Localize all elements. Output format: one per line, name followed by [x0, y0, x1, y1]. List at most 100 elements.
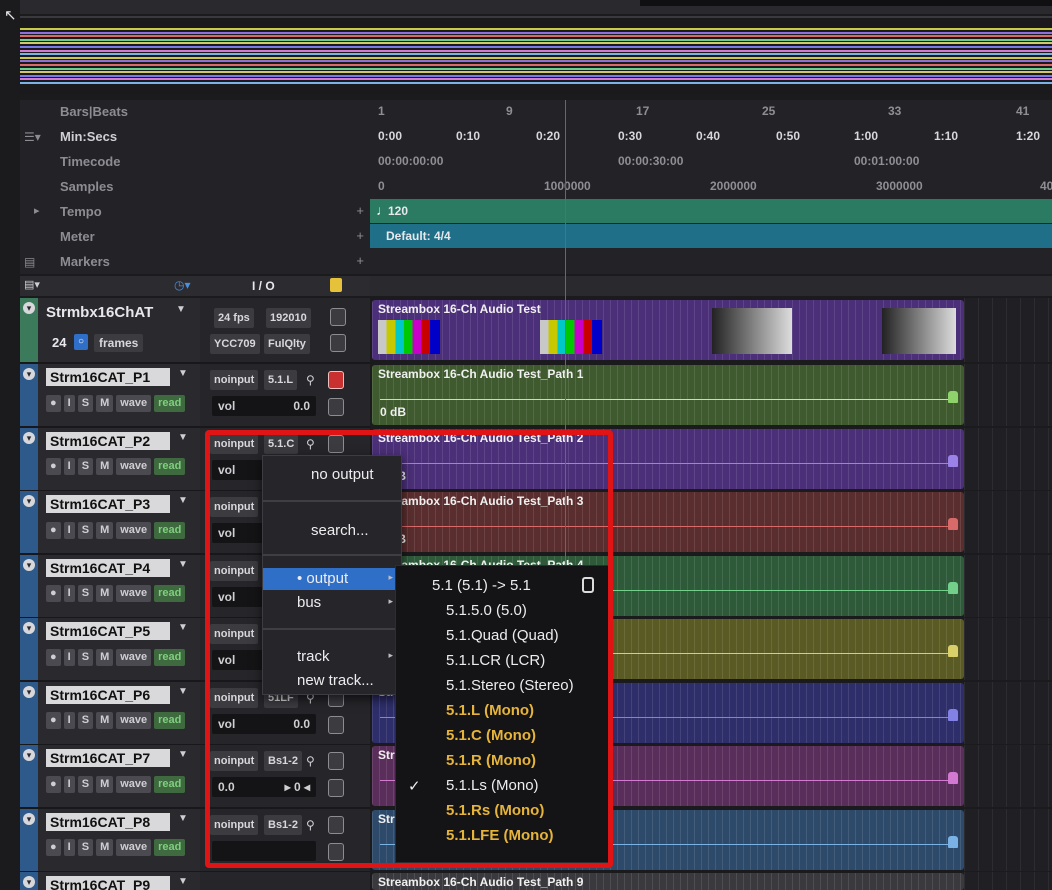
solo-button[interactable]: S	[77, 521, 94, 539]
input-monitor-button[interactable]: I	[63, 394, 75, 412]
input-monitor-button[interactable]: I	[63, 839, 75, 856]
output-selector[interactable]: 5.1.L	[264, 370, 298, 390]
solo-button[interactable]: S	[77, 458, 94, 475]
clip-end-marker[interactable]	[948, 772, 958, 784]
track-header[interactable]: ▾ Strm16CAT_P5 ▼ ● I S Mwave read	[20, 618, 200, 682]
empty-lane[interactable]	[964, 872, 1052, 890]
track-header[interactable]: ▾ Strm16CAT_P9 ▼	[20, 872, 200, 890]
track-name[interactable]: Strm16CAT_P8	[46, 812, 170, 831]
input-monitor-button[interactable]: I	[63, 775, 75, 793]
track-view-selector[interactable]: wave	[116, 521, 152, 539]
quality-selector[interactable]: FulQlty	[264, 334, 310, 354]
track-caret-icon[interactable]: ▾	[23, 812, 35, 825]
frames-toggle[interactable]: ○	[74, 334, 88, 350]
input-monitor-button[interactable]: I	[63, 521, 75, 539]
frames-selector[interactable]: frames	[94, 334, 144, 352]
track-header[interactable]: ▾ Strm16CAT_P1 ▼ ● I S Mwave read	[20, 364, 200, 428]
clip-end-marker[interactable]	[948, 454, 958, 467]
track-caret-icon[interactable]: ▾	[23, 368, 35, 380]
automation-mode-selector[interactable]: read	[154, 394, 186, 412]
colorspace-selector[interactable]: YCC709	[210, 334, 260, 354]
track-name[interactable]: Strm16CAT_P5	[46, 622, 170, 640]
track-name[interactable]: Strm16CAT_P4	[46, 558, 170, 577]
automation-mode-selector[interactable]: read	[154, 585, 186, 602]
input-monitor-button[interactable]: I	[63, 458, 75, 475]
input-monitor-button[interactable]: I	[63, 648, 75, 666]
track-caret-icon[interactable]: ▾	[23, 685, 35, 698]
track-caret-icon[interactable]: ▾	[23, 495, 35, 507]
clip-end-marker[interactable]	[948, 518, 958, 530]
track-view-selector[interactable]: wave	[116, 775, 152, 793]
clip-end-marker[interactable]	[948, 581, 958, 594]
track-caret-icon[interactable]: ▾	[23, 302, 35, 314]
automation-mode-selector[interactable]: read	[154, 521, 186, 539]
solo-button[interactable]: S	[77, 648, 94, 666]
record-button[interactable]: ●	[46, 648, 61, 666]
empty-lane[interactable]	[964, 491, 1052, 553]
ruler-row[interactable]: Bars|Beats	[20, 100, 370, 125]
record-button[interactable]: ●	[46, 458, 61, 475]
solo-button[interactable]: S	[77, 394, 94, 412]
video-online-icon[interactable]	[330, 308, 346, 326]
tempo-ruler[interactable]: ♩ 120	[370, 199, 1052, 223]
mute-button[interactable]: M	[96, 839, 114, 856]
ruler-row[interactable]: Meter +	[20, 225, 370, 250]
marker-ruler[interactable]	[370, 249, 1052, 273]
chevron-down-icon[interactable]: ▼	[178, 622, 188, 633]
chevron-down-icon[interactable]: ▼	[178, 559, 188, 570]
mute-button[interactable]: M	[96, 648, 114, 666]
mute-button[interactable]: M	[96, 394, 114, 412]
add-icon[interactable]: +	[356, 253, 364, 268]
audio-clip[interactable]: Streambox 16-Ch Audio Test_Path 1 0 dB	[372, 365, 964, 425]
fps-selector[interactable]: 24 fps	[214, 308, 254, 328]
clip-gain[interactable]: 0 dB	[380, 405, 406, 419]
add-icon[interactable]: +	[356, 203, 364, 218]
add-icon[interactable]: +	[356, 228, 364, 243]
empty-lane[interactable]	[964, 681, 1052, 744]
clip-end-marker[interactable]	[948, 835, 958, 848]
chevron-down-icon[interactable]: ▼	[178, 432, 188, 443]
track-name[interactable]: Strm16CAT_P9	[46, 876, 170, 890]
empty-lane[interactable]	[964, 298, 1052, 362]
input-monitor-button[interactable]: I	[63, 585, 75, 602]
chevron-down-icon[interactable]: ▼	[178, 368, 188, 379]
mute-button[interactable]: M	[96, 775, 114, 793]
record-button[interactable]: ●	[46, 394, 61, 412]
automation-mode-selector[interactable]: read	[154, 839, 186, 856]
ruler-menu-icon[interactable]: ☰▾	[24, 130, 41, 144]
track-header[interactable]: ▾ Strm16CAT_P2 ▼ ● I S Mwave read	[20, 427, 200, 492]
record-button[interactable]: ●	[46, 775, 61, 793]
volume-automation-line[interactable]	[380, 399, 950, 400]
video-track-name[interactable]: Strmbx16ChAT	[46, 304, 153, 321]
chevron-down-icon[interactable]: ▼	[178, 749, 188, 760]
track-list-icon[interactable]	[328, 398, 344, 416]
empty-lane[interactable]	[964, 427, 1052, 490]
video-list-icon[interactable]	[330, 334, 346, 352]
input-monitor-button[interactable]: I	[63, 712, 75, 729]
automation-mode-selector[interactable]: read	[154, 648, 186, 666]
meter-ruler[interactable]: Default: 4/4	[370, 224, 1052, 248]
track-view-selector[interactable]: wave	[116, 458, 152, 475]
clip-end-marker[interactable]	[948, 645, 958, 657]
ruler-row[interactable]: ☰▾ Min:Secs	[20, 125, 370, 150]
automation-mode-selector[interactable]: read	[154, 775, 186, 793]
track-view-selector[interactable]: wave	[116, 648, 152, 666]
video-track-header[interactable]: ▾ Strmbx16ChAT ▼ 24 ○ frames	[20, 298, 200, 364]
audio-clip[interactable]: Streambox 16-Ch Audio Test_Path 9	[372, 873, 964, 890]
ruler-row[interactable]: ▤ Markers +	[20, 250, 370, 275]
chevron-down-icon[interactable]: ▼	[178, 813, 188, 824]
expand-arrow-icon[interactable]: ▸	[34, 204, 40, 217]
solo-button[interactable]: S	[77, 839, 94, 856]
automation-mode-selector[interactable]: read	[154, 712, 186, 729]
input-selector[interactable]: noinput	[210, 370, 259, 390]
track-name[interactable]: Strm16CAT_P1	[46, 368, 170, 386]
video-clip[interactable]: Streambox 16-Ch Audio Test	[372, 300, 964, 360]
track-caret-icon[interactable]: ▾	[23, 558, 35, 571]
mute-button[interactable]: M	[96, 585, 114, 602]
shield-icon[interactable]	[330, 278, 342, 292]
record-button[interactable]: ●	[46, 521, 61, 539]
track-caret-icon[interactable]: ▾	[23, 622, 35, 634]
track-name[interactable]: Strm16CAT_P7	[46, 749, 170, 767]
track-header[interactable]: ▾ Strm16CAT_P4 ▼ ● I S Mwave read	[20, 554, 200, 619]
empty-lane[interactable]	[964, 745, 1052, 807]
